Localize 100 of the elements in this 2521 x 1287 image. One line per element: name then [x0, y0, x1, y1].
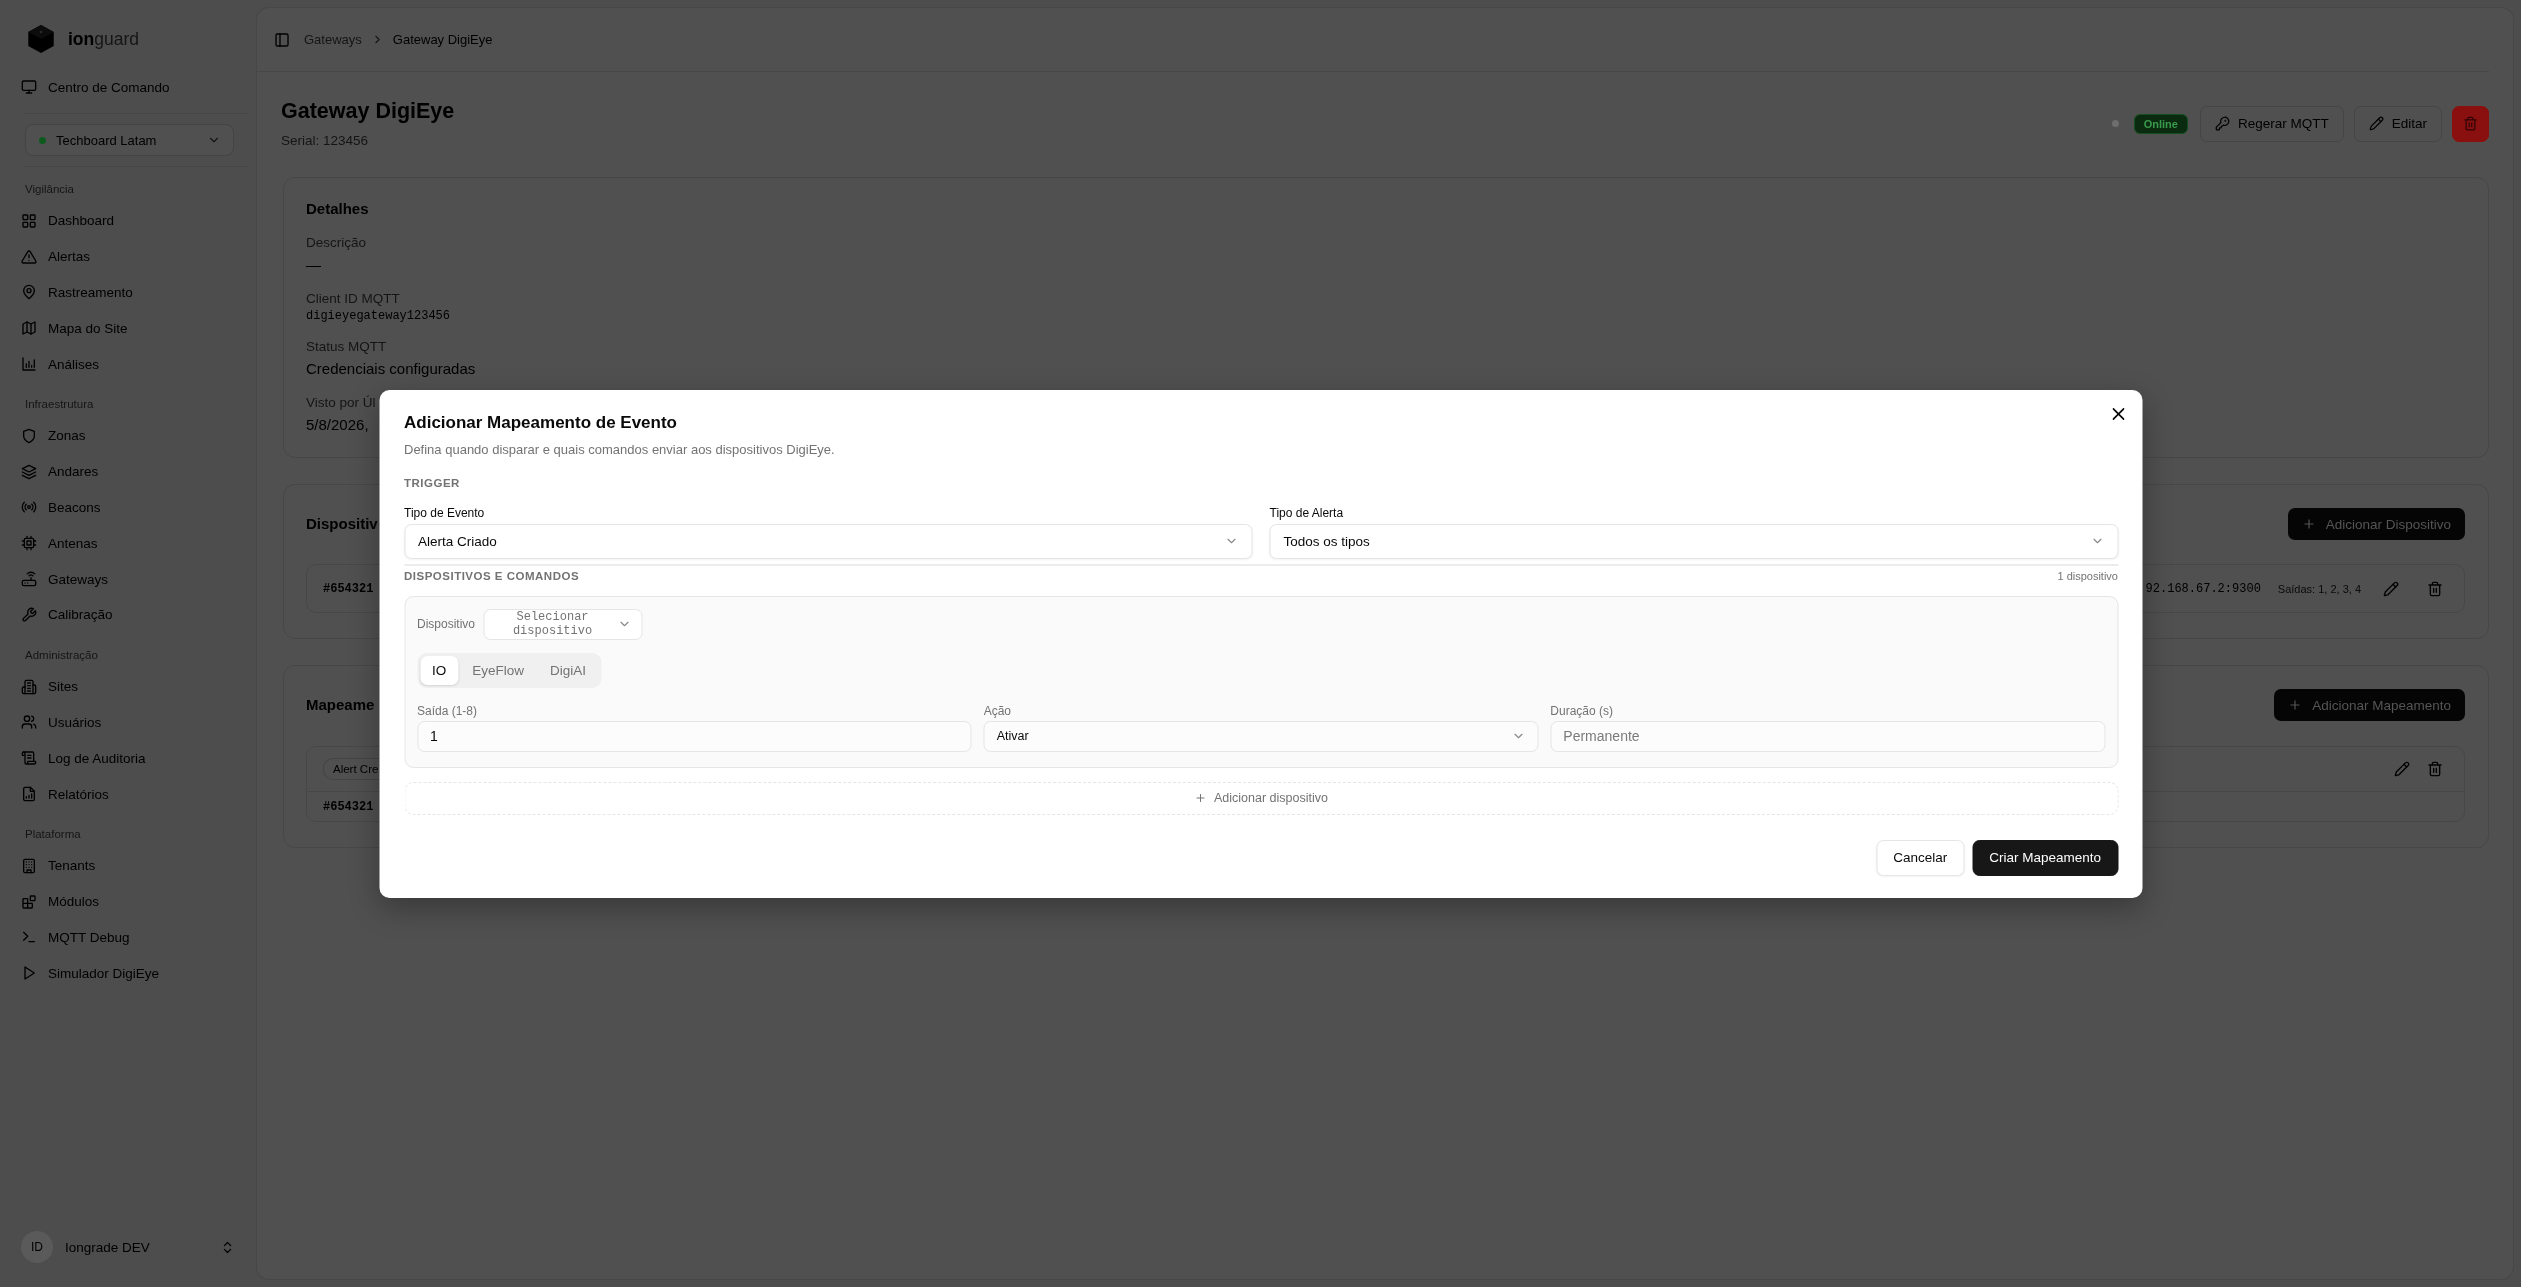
close-icon[interactable] [2112, 407, 2124, 420]
file-chart-icon [21, 786, 37, 803]
trash-icon [2463, 116, 2478, 131]
edit-button[interactable]: Editar [2353, 105, 2442, 142]
nav-item[interactable]: Módulos [8, 883, 249, 920]
status-badge: Online [2133, 113, 2188, 134]
field-label: Status MQTT [306, 338, 387, 356]
card-title: Mapeame [306, 695, 375, 715]
pencil-icon[interactable] [2383, 580, 2399, 597]
field-label: Client ID MQTT [306, 290, 400, 308]
trash-icon[interactable] [2427, 580, 2443, 597]
input-field[interactable]: 1 [417, 720, 972, 752]
nav-section-title: Infraestrutura [24, 397, 95, 412]
event-badge: Alert Cre [323, 758, 380, 780]
nav-item[interactable]: Usuários [8, 704, 249, 741]
add-device-button[interactable]: Adicionar Dispositivo [2287, 508, 2465, 540]
sidebar-toggle-icon[interactable] [274, 31, 290, 48]
pencil-icon[interactable] [2394, 761, 2410, 777]
field-value: Credenciais configuradas [306, 359, 476, 379]
blocks-icon [21, 893, 37, 910]
nav-item[interactable]: Simulador DigiEye [8, 955, 249, 992]
office-building-icon [21, 857, 37, 874]
nav-item[interactable]: Análises [8, 346, 249, 382]
device-select[interactable]: Selecionar dispositivo [483, 608, 643, 640]
delete-button[interactable] [2452, 105, 2489, 142]
scroll-icon [21, 750, 37, 767]
dropdown-select[interactable]: Todos os tipos [1269, 523, 2118, 559]
tenant-select[interactable]: Techboard Latam [25, 124, 234, 156]
nav-item[interactable]: Zonas [8, 418, 249, 454]
nav-item[interactable]: Beacons [8, 489, 249, 526]
warning-icon [21, 248, 37, 265]
nav-item[interactable]: Mapa do Site [8, 310, 249, 347]
building-icon [21, 678, 37, 695]
field-label: Descrição [306, 234, 367, 252]
field-label: Dispositivo [417, 616, 476, 632]
play-icon [21, 965, 37, 982]
dropdown-select[interactable]: Alerta Criado [404, 523, 1253, 559]
grid-icon [21, 212, 37, 229]
status-dot-icon [2111, 120, 2119, 127]
field-label: Ação [983, 702, 1012, 719]
dialog-title: Adicionar Mapeamento de Evento [404, 411, 678, 434]
device-serial: #654321 [323, 799, 374, 814]
nav-section-title: Plataforma [24, 826, 82, 842]
nav-item[interactable]: Calibração [8, 596, 249, 633]
nav-item[interactable]: Gateways [8, 561, 249, 597]
chip-icon [21, 535, 37, 552]
user-menu[interactable]: ID Iongrade DEV [8, 1223, 249, 1271]
nav-section-title: Vigilância [24, 182, 75, 197]
plus-icon [2288, 698, 2303, 712]
regenerate-button[interactable]: Regerar MQTT [2199, 105, 2344, 142]
field-value: — [306, 255, 321, 275]
breadcrumb-link[interactable]: Gateways [304, 32, 362, 47]
breadcrumb-current: Gateway DigiEye [392, 32, 493, 47]
monitor-icon [21, 79, 37, 95]
nav-item[interactable]: Tenants [8, 847, 249, 884]
dialog-description: Defina quando disparar e quais comandos enviar aos dispositivos DigiEye. [404, 440, 836, 459]
trash-icon[interactable] [2427, 761, 2443, 777]
add-mapping-button[interactable]: Adicionar Mapeamento [2274, 689, 2465, 721]
tab[interactable]: EyeFlow [460, 655, 537, 685]
logo-text: ionguard [68, 28, 139, 50]
dropdown-select[interactable]: Ativar [983, 720, 1539, 752]
plus-icon [2301, 517, 2316, 531]
router-icon [21, 571, 37, 588]
status-dot-icon [39, 136, 46, 144]
nav-item[interactable]: Log de Auditoria [8, 740, 249, 777]
field-label: Duração (s) [1550, 702, 1614, 719]
field-label: Saída (1-8) [417, 702, 479, 719]
pencil-icon [2368, 116, 2384, 131]
device-serial: #654321 [323, 581, 374, 596]
field-value: 5/8/2026, [306, 415, 369, 435]
shield-icon [21, 427, 37, 444]
section-heading: DISPOSITIVOS E COMANDOS [404, 568, 580, 584]
field-label: Tipo de Evento [404, 504, 486, 521]
nav-item[interactable]: Alertas [8, 238, 249, 275]
nav-item[interactable]: Sites [8, 668, 249, 705]
avatar: ID [21, 1231, 53, 1263]
nav-item[interactable]: Relatórios [8, 776, 249, 812]
serial-text: Serial: 123456 [281, 132, 370, 150]
nav-item[interactable]: Dashboard [8, 203, 249, 239]
submit-button[interactable]: Criar Mapeamento [1972, 839, 2118, 876]
add-device-button[interactable]: Adicionar dispositivo [404, 781, 2118, 815]
nav-item[interactable]: Rastreamento [8, 274, 249, 311]
nav-item[interactable]: MQTT Debug [8, 919, 249, 956]
map-icon [21, 320, 37, 337]
tab[interactable]: IO [420, 655, 459, 685]
nav-item[interactable]: Centro de Comando [8, 70, 249, 104]
device-address: 92.168.67.2:9300 [2145, 581, 2261, 596]
users-icon [21, 714, 37, 731]
cancel-button[interactable]: Cancelar [1876, 839, 1965, 876]
tab[interactable]: DigiAI [538, 655, 599, 685]
bar-chart-icon [21, 356, 37, 373]
key-icon [2214, 116, 2230, 131]
plus-icon [1194, 792, 1206, 804]
card-title: Detalhes [306, 199, 369, 219]
nav-item[interactable]: Antenas [8, 525, 249, 562]
nav-item[interactable]: Andares [8, 453, 249, 490]
input-field[interactable]: Permanente [1550, 720, 2105, 752]
cube-icon [28, 25, 54, 53]
device-outputs: Saídas: 1, 2, 3, 4 [2277, 582, 2361, 595]
card-title: Dispositiv [306, 514, 378, 534]
